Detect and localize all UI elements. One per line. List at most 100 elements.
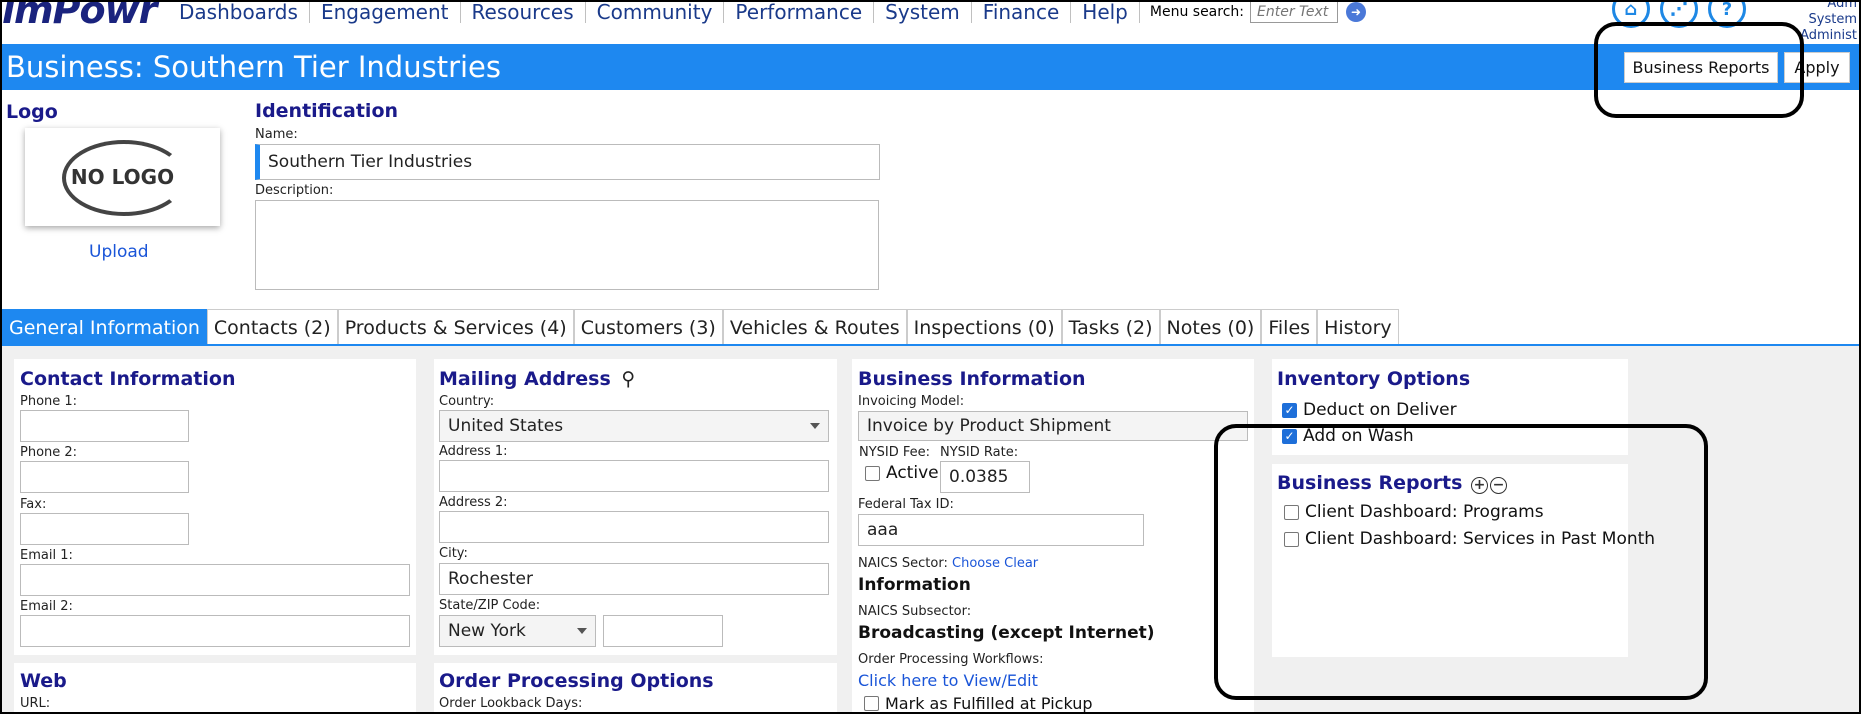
naics-sector-label: NAICS Sector: bbox=[858, 556, 948, 571]
address2-input[interactable] bbox=[439, 511, 829, 543]
page-title: Business: Southern Tier Industries bbox=[6, 50, 501, 84]
search-go-icon[interactable]: ➜ bbox=[1346, 2, 1367, 22]
city-label: City: bbox=[439, 546, 468, 561]
naics-choose-link[interactable]: Choose bbox=[952, 556, 1000, 571]
naics-sector-row: NAICS Sector: Choose Clear bbox=[858, 556, 1038, 571]
home-icon[interactable]: ⌂ bbox=[1612, 0, 1650, 28]
email1-input[interactable] bbox=[20, 564, 410, 596]
invoicing-model-label: Invoicing Model: bbox=[858, 394, 965, 409]
add-on-wash-row[interactable]: ✓ Add on Wash bbox=[1282, 426, 1414, 446]
tab-inspections[interactable]: Inspections (0) bbox=[906, 309, 1062, 345]
country-select[interactable]: United States bbox=[439, 410, 829, 442]
report-checkbox[interactable] bbox=[1284, 531, 1299, 547]
remove-circle-icon[interactable]: − bbox=[1490, 476, 1508, 494]
workflows-link[interactable]: Click here to View/Edit bbox=[858, 671, 1038, 690]
tab-history[interactable]: History bbox=[1317, 309, 1399, 345]
deduct-on-deliver-label: Deduct on Deliver bbox=[1303, 400, 1457, 420]
nysid-rate-input[interactable]: 0.0385 bbox=[940, 461, 1030, 493]
description-label: Description: bbox=[255, 183, 334, 198]
zip-input[interactable] bbox=[603, 615, 723, 647]
naics-clear-link[interactable]: Clear bbox=[1004, 556, 1038, 571]
tab-customers[interactable]: Customers (3) bbox=[573, 309, 723, 345]
state-zip-label: State/ZIP Code: bbox=[439, 598, 541, 613]
brand-logo[interactable]: ımPowr bbox=[2, 0, 157, 32]
menu-search-input[interactable] bbox=[1250, 1, 1339, 23]
email2-input[interactable] bbox=[20, 615, 410, 647]
chevron-down-icon bbox=[577, 628, 587, 634]
business-reports-title: Business Reports bbox=[1277, 472, 1463, 494]
business-information-heading: Business Information bbox=[858, 368, 1086, 390]
federal-tax-id-label: Federal Tax ID: bbox=[858, 497, 954, 512]
tab-bar: General Information Contacts (2) Product… bbox=[2, 309, 1399, 345]
tab-tasks[interactable]: Tasks (2) bbox=[1061, 309, 1160, 345]
nav-community[interactable]: Community bbox=[586, 1, 725, 23]
apply-button[interactable]: Apply bbox=[1784, 52, 1850, 83]
fulfilled-at-pickup-row[interactable]: Mark as Fulfilled at Pickup bbox=[864, 694, 1093, 713]
country-value: United States bbox=[448, 416, 564, 436]
nav-engagement[interactable]: Engagement bbox=[310, 1, 461, 23]
city-input[interactable]: Rochester bbox=[439, 563, 829, 595]
deduct-on-deliver-row[interactable]: ✓ Deduct on Deliver bbox=[1282, 400, 1457, 420]
user-role: System Administ bbox=[1800, 12, 1857, 43]
title-bar: Business: Southern Tier Industries Busin… bbox=[0, 44, 1861, 90]
nav-dashboards[interactable]: Dashboards bbox=[168, 1, 310, 23]
business-reports-button[interactable]: Business Reports bbox=[1624, 52, 1778, 83]
report-label: Client Dashboard: Services in Past Month bbox=[1305, 529, 1656, 549]
share-icon[interactable]: ⋰ bbox=[1660, 0, 1698, 28]
identification-heading: Identification bbox=[255, 100, 399, 122]
logo-heading: Logo bbox=[6, 101, 58, 123]
description-textarea[interactable] bbox=[255, 200, 879, 290]
nysid-active-checkbox-row[interactable]: Active bbox=[865, 463, 939, 483]
federal-tax-id-input[interactable]: aaa bbox=[858, 514, 1144, 546]
nav-resources[interactable]: Resources bbox=[461, 1, 586, 23]
no-logo-ring-icon bbox=[62, 140, 186, 216]
invoicing-model-select[interactable]: Invoice by Product Shipment bbox=[858, 411, 1248, 441]
tab-files[interactable]: Files bbox=[1261, 309, 1318, 345]
deduct-on-deliver-checkbox[interactable]: ✓ bbox=[1282, 402, 1297, 418]
tab-general-information[interactable]: General Information bbox=[2, 309, 207, 345]
contact-information-heading: Contact Information bbox=[20, 368, 236, 390]
address1-input[interactable] bbox=[439, 460, 829, 492]
phone1-input[interactable] bbox=[20, 410, 189, 442]
nav-help[interactable]: Help bbox=[1071, 1, 1140, 23]
add-on-wash-label: Add on Wash bbox=[1303, 426, 1414, 446]
report-label: Client Dashboard: Programs bbox=[1305, 502, 1544, 522]
nysid-fee-label: NYSID Fee: bbox=[859, 445, 931, 460]
workflows-label: Order Processing Workflows: bbox=[858, 652, 1044, 667]
fax-input[interactable] bbox=[20, 513, 189, 545]
email2-label: Email 2: bbox=[20, 599, 73, 614]
top-navigation: ımPowr Dashboards Engagement Resources C… bbox=[0, 0, 1861, 44]
fulfilled-at-pickup-checkbox[interactable] bbox=[864, 696, 879, 711]
tab-vehicles-routes[interactable]: Vehicles & Routes bbox=[722, 309, 907, 345]
nysid-active-checkbox[interactable] bbox=[865, 465, 880, 481]
name-input[interactable]: Southern Tier Industries bbox=[255, 144, 880, 180]
naics-sector-value: Information bbox=[858, 575, 971, 595]
phone1-label: Phone 1: bbox=[20, 394, 78, 409]
map-pin-icon[interactable]: ⚲ bbox=[621, 368, 635, 390]
state-select[interactable]: New York bbox=[439, 615, 596, 647]
add-on-wash-checkbox[interactable]: ✓ bbox=[1282, 428, 1297, 444]
fax-label: Fax: bbox=[20, 497, 47, 512]
report-row[interactable]: Client Dashboard: Services in Past Month bbox=[1284, 529, 1655, 549]
help-icon[interactable]: ? bbox=[1708, 0, 1746, 28]
nysid-rate-label: NYSID Rate: bbox=[940, 445, 1019, 460]
nav-system[interactable]: System bbox=[874, 1, 972, 23]
url-label: URL: bbox=[20, 696, 51, 711]
naics-subsector-label: NAICS Subsector: bbox=[858, 604, 972, 619]
lookback-days-label: Order Lookback Days: bbox=[439, 696, 583, 711]
nav-performance[interactable]: Performance bbox=[724, 1, 875, 23]
nav-finance[interactable]: Finance bbox=[972, 1, 1072, 23]
tab-products-services[interactable]: Products & Services (4) bbox=[337, 309, 574, 345]
tab-notes[interactable]: Notes (0) bbox=[1159, 309, 1262, 345]
add-circle-icon[interactable]: + bbox=[1471, 476, 1489, 494]
report-checkbox[interactable] bbox=[1284, 504, 1299, 520]
business-reports-heading: Business Reports + − bbox=[1277, 472, 1508, 494]
user-info[interactable]: Adm System Administ bbox=[1752, 0, 1857, 44]
report-row[interactable]: Client Dashboard: Programs bbox=[1284, 502, 1544, 522]
phone2-input[interactable] bbox=[20, 461, 189, 493]
chevron-down-icon bbox=[810, 423, 820, 429]
upload-link[interactable]: Upload bbox=[89, 242, 149, 262]
user-name: Adm bbox=[1827, 0, 1857, 11]
address1-label: Address 1: bbox=[439, 444, 508, 459]
tab-contacts[interactable]: Contacts (2) bbox=[206, 309, 338, 345]
